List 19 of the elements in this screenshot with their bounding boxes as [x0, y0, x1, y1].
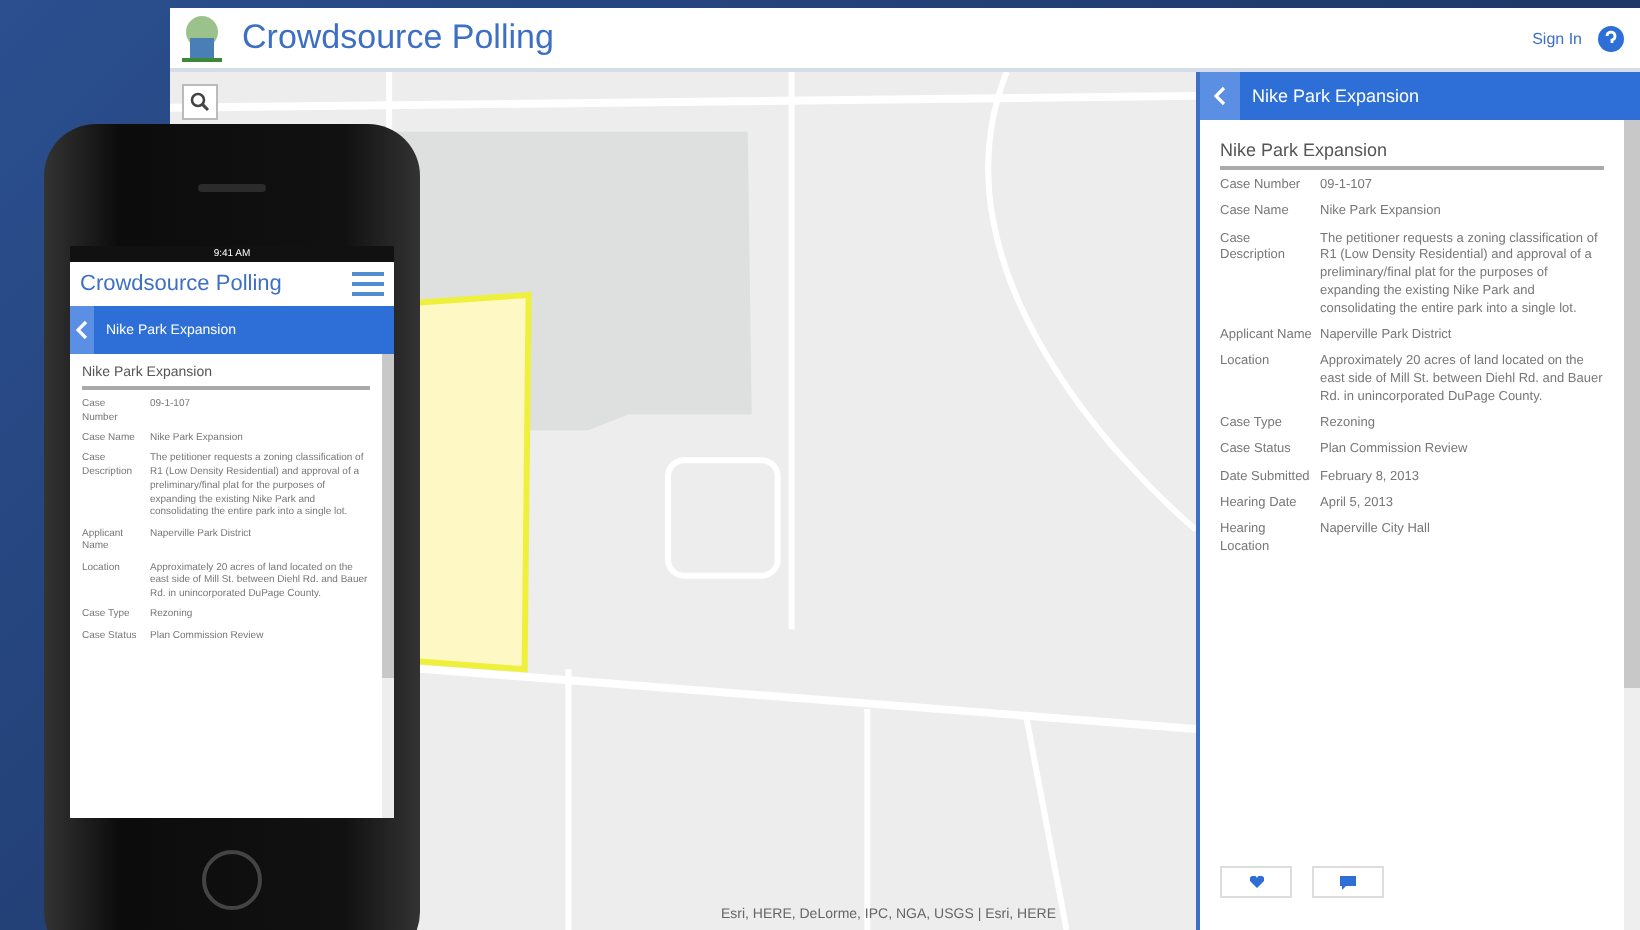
scrollbar-thumb[interactable]	[1624, 120, 1640, 687]
menu-icon[interactable]	[352, 272, 384, 296]
scrollbar-thumb[interactable]	[382, 354, 394, 679]
search-icon	[190, 92, 210, 112]
app-title: Crowdsource Polling	[242, 18, 556, 58]
back-button[interactable]	[1200, 72, 1240, 120]
comment-icon	[1340, 875, 1356, 889]
back-button[interactable]	[70, 306, 94, 354]
comment-button[interactable]	[1312, 866, 1384, 898]
home-button[interactable]	[202, 850, 262, 910]
vote-button[interactable]	[1220, 866, 1292, 898]
help-icon[interactable]	[1598, 25, 1624, 51]
heart-icon	[1249, 876, 1263, 888]
search-button[interactable]	[182, 84, 218, 120]
app-title: Crowdsource Polling	[80, 272, 284, 296]
sign-in-link[interactable]: Sign In	[1532, 29, 1582, 47]
logo-icon	[178, 14, 226, 62]
item-title: Nike Park Expansion	[1220, 140, 1604, 170]
panel-header-title: Nike Park Expansion	[1250, 86, 1422, 106]
